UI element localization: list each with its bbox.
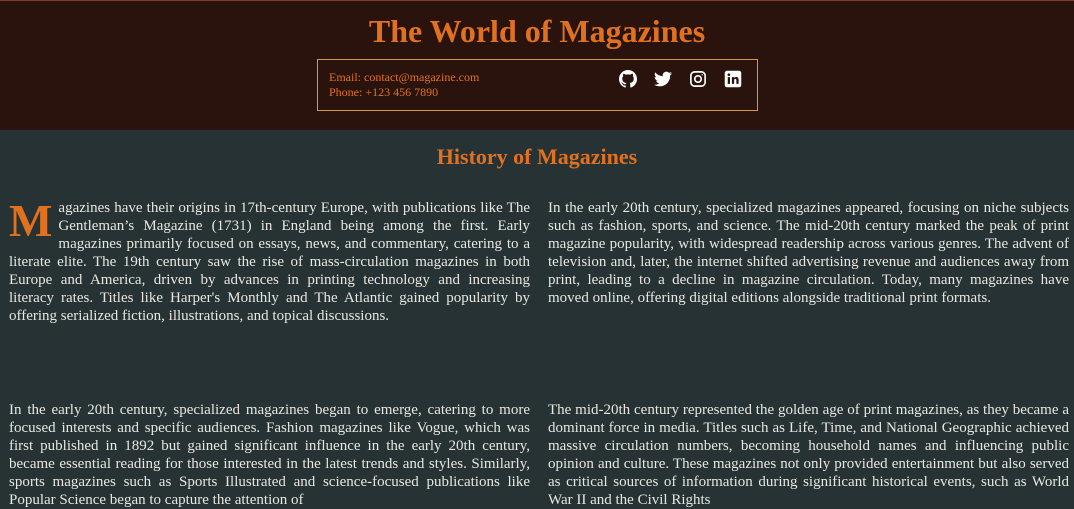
history-paragraph-4: The mid-20th century represented the gol…	[548, 402, 1069, 508]
twitter-icon[interactable]	[654, 70, 672, 88]
linkedin-icon[interactable]	[724, 70, 742, 88]
contact-info: Email: contact@magazine.com Phone: +123 …	[329, 70, 479, 100]
contact-phone[interactable]: Phone: +123 456 7890	[329, 85, 479, 100]
site-title: The World of Magazines	[368, 13, 706, 49]
history-paragraph-1: Magazines have their origins in 17th-cen…	[9, 195, 530, 325]
contact-box: Email: contact@magazine.com Phone: +123 …	[317, 59, 758, 111]
paragraph-text: agazines have their origins in 17th-cent…	[9, 200, 530, 324]
drop-cap: M	[9, 195, 53, 246]
main-content: History of Magazines Magazines have thei…	[0, 130, 1074, 508]
contact-email[interactable]: Email: contact@magazine.com	[329, 70, 479, 85]
section-title: History of Magazines	[436, 144, 638, 169]
history-paragraph-2: In the early 20th century, specialized m…	[548, 200, 1069, 306]
site-header: The World of Magazines Email: contact@ma…	[0, 0, 1074, 130]
instagram-icon[interactable]	[689, 70, 707, 88]
social-links	[619, 70, 742, 88]
history-paragraph-3: In the early 20th century, specialized m…	[9, 402, 530, 508]
github-icon[interactable]	[619, 70, 637, 88]
